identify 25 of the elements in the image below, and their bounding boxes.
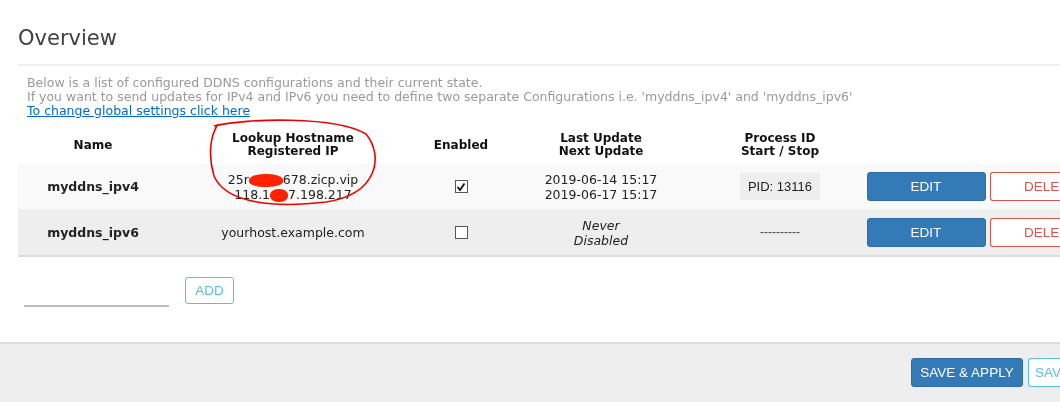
- footer-button[interactable]: SAVE & APPLY: [911, 357, 1023, 387]
- process-dashes: ----------: [760, 225, 800, 240]
- global-settings-link[interactable]: To change global settings click here: [27, 103, 251, 118]
- update-times: 2019-06-14 15:17 2019-06-17 15:17: [544, 171, 658, 202]
- column-header: Process ID Start / Stop: [739, 130, 821, 160]
- enabled-checkbox[interactable]: [454, 180, 468, 193]
- description-text: If you want to send updates for IPv4 and IPv6 you need to define two separate Configurations i.e. 'myddns_ipv4' and 'myddns_ipv6': [27, 90, 854, 104]
- column-header: Name: [72, 136, 114, 154]
- hostname-text: 25r 678.zicp.vip: [227, 171, 359, 187]
- delete-button[interactable]: DELE: [990, 172, 1060, 201]
- enabled-checkbox[interactable]: [454, 226, 468, 239]
- update-times: Never Disabled: [573, 217, 629, 248]
- name-cell: myddns_ipv4: [47, 179, 139, 194]
- ip-text: 118.1 7.198.217: [234, 186, 352, 202]
- description-text: Below is a list of configured DDNS configurations and their current state.: [27, 76, 484, 90]
- edit-button[interactable]: EDIT: [866, 172, 986, 201]
- process-id[interactable]: PID: 13116: [739, 173, 821, 200]
- column-header: Enabled: [432, 136, 490, 154]
- page-title: Overview: [18, 26, 1060, 66]
- column-header: Last Update Next Update: [557, 130, 645, 160]
- hostname-text: yourhost.example.com: [221, 225, 365, 240]
- delete-button[interactable]: DELE: [990, 218, 1060, 247]
- edit-button[interactable]: EDIT: [866, 218, 986, 247]
- name-cell: myddns_ipv6: [47, 225, 139, 240]
- column-header: Lookup Hostname Registered IP: [231, 130, 355, 160]
